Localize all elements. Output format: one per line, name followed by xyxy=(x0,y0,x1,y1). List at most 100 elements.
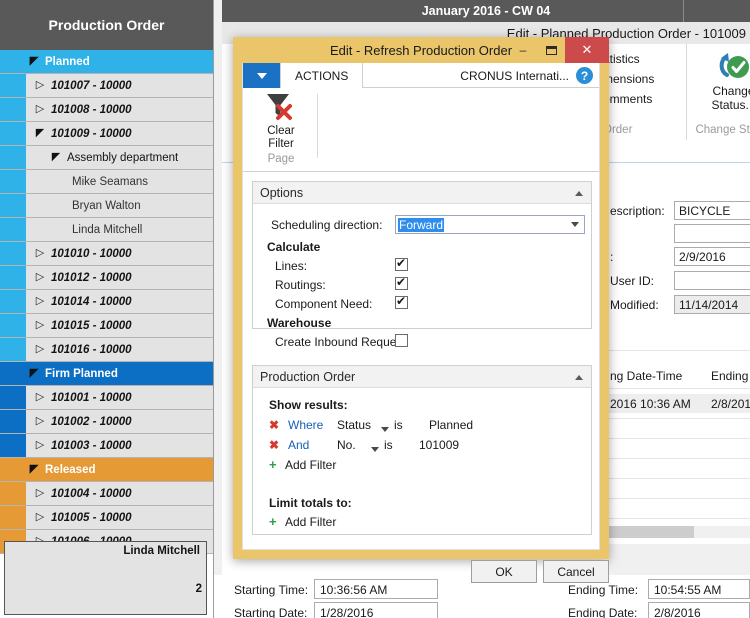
field-value-user-id[interactable] xyxy=(674,271,750,290)
tree-group-firm-planned[interactable]: ◤ Firm Planned xyxy=(0,362,213,386)
triangle-collapsed-icon[interactable]: ▷ xyxy=(34,512,46,523)
tree-item[interactable]: Bryan Walton xyxy=(0,194,213,218)
triangle-collapsed-icon[interactable]: ▷ xyxy=(34,344,46,355)
input-starting-time[interactable]: 10:36:56 AM xyxy=(314,579,438,599)
tree-item-label: 101012 - 10000 xyxy=(51,271,132,284)
tree-item[interactable]: Mike Seamans xyxy=(0,170,213,194)
tree-group-released[interactable]: ◤ Released xyxy=(0,458,213,482)
help-icon[interactable]: ? xyxy=(576,67,593,84)
triangle-collapsed-icon[interactable]: ▷ xyxy=(34,392,46,403)
checkbox-lines[interactable] xyxy=(395,256,408,271)
change-status-button-line2[interactable]: Status... xyxy=(688,98,750,112)
filter-row-1-conjunction[interactable]: Where xyxy=(288,418,323,432)
tree-item[interactable]: ▷ 101003 - 10000 xyxy=(0,434,213,458)
triangle-collapsed-icon[interactable]: ▷ xyxy=(34,248,46,259)
tree-item[interactable]: ▷ 101002 - 10000 xyxy=(0,410,213,434)
tree-item[interactable]: ◤ Assembly department xyxy=(0,146,213,170)
application-menu-button[interactable] xyxy=(243,63,280,88)
options-section-header[interactable]: Options xyxy=(253,182,591,204)
input-ending-date[interactable]: 2/8/2016 xyxy=(648,602,750,618)
tree-group-color-gutter xyxy=(0,458,26,481)
tree-group-label: Firm Planned xyxy=(45,367,118,380)
tree-group-color-gutter xyxy=(0,362,26,385)
chevron-down-icon[interactable] xyxy=(571,222,579,227)
select-scheduling-direction[interactable]: Forward xyxy=(395,215,585,234)
tree-group-label: Released xyxy=(45,463,96,476)
filter-row-2-conjunction[interactable]: And xyxy=(288,438,309,452)
dialog-title-bar[interactable]: Edit - Refresh Production Order – ✕ xyxy=(233,37,609,63)
triangle-expanded-icon[interactable]: ◤ xyxy=(50,152,62,163)
triangle-expanded-icon[interactable]: ◤ xyxy=(28,368,40,379)
filter-row-1-field-caret[interactable] xyxy=(381,422,389,436)
limit-add-filter-link[interactable]: Add Filter xyxy=(285,515,336,529)
ribbon-item-dimensions[interactable]: mensions xyxy=(603,72,654,86)
triangle-collapsed-icon[interactable]: ▷ xyxy=(34,440,46,451)
tree-item[interactable]: ▷ 101015 - 10000 xyxy=(0,314,213,338)
grid-header-starting-date-time[interactable]: ng Date-Time xyxy=(610,369,682,383)
change-status-button-line1[interactable]: Change xyxy=(688,84,750,98)
triangle-collapsed-icon[interactable]: ▷ xyxy=(34,296,46,307)
filter-section-header[interactable]: Production Order xyxy=(253,366,591,388)
tree-item-body: Bryan Walton xyxy=(26,194,213,217)
tree-group-planned[interactable]: ◤ Planned xyxy=(0,50,213,74)
triangle-expanded-icon[interactable]: ◤ xyxy=(34,128,46,139)
filter-row-1-field[interactable]: Status xyxy=(337,418,371,432)
cancel-button[interactable]: Cancel xyxy=(543,560,609,583)
tree-item[interactable]: ▷ 101007 - 10000 xyxy=(0,74,213,98)
tree-item-label: 101014 - 10000 xyxy=(51,295,132,308)
tree-item[interactable]: Linda Mitchell xyxy=(0,218,213,242)
ribbon-item-comments[interactable]: omments xyxy=(603,92,652,106)
triangle-collapsed-icon[interactable]: ▷ xyxy=(34,272,46,283)
tree-item-body: ▷ 101010 - 10000 xyxy=(26,242,213,265)
triangle-collapsed-icon[interactable]: ▷ xyxy=(34,320,46,331)
grid-horizontal-scrollbar-thumb[interactable] xyxy=(608,526,694,538)
options-section: Options Scheduling direction: Forward Ca… xyxy=(252,181,592,349)
field-value-date[interactable]: 2/9/2016 xyxy=(674,247,750,266)
change-status-icon[interactable] xyxy=(716,50,750,85)
tree-item[interactable]: ▷ 101012 - 10000 xyxy=(0,266,213,290)
filter-row-2-field[interactable]: No. xyxy=(337,438,356,452)
maximize-button[interactable] xyxy=(537,37,565,63)
grid-header-ending-date-time[interactable]: Ending Date- xyxy=(711,369,750,383)
add-filter-link[interactable]: Add Filter xyxy=(285,458,336,472)
triangle-collapsed-icon[interactable]: ▷ xyxy=(34,488,46,499)
remove-filter-row-1[interactable]: ✖ xyxy=(269,418,279,432)
tree-item[interactable]: ▷ 101005 - 10000 xyxy=(0,506,213,530)
checkbox-routings[interactable] xyxy=(395,275,408,290)
filter-row-1-value[interactable]: Planned xyxy=(429,418,473,432)
clear-filter-button[interactable]: Clear Filter xyxy=(253,90,309,150)
triangle-collapsed-icon[interactable]: ▷ xyxy=(34,80,46,91)
triangle-expanded-icon[interactable]: ◤ xyxy=(28,464,40,475)
tree-item[interactable]: ▷ 101008 - 10000 xyxy=(0,98,213,122)
tree-item[interactable]: ▷ 101001 - 10000 xyxy=(0,386,213,410)
tree-item-label: 101009 - 10000 xyxy=(51,127,132,140)
input-starting-date[interactable]: 1/28/2016 xyxy=(314,602,438,618)
remove-filter-row-2[interactable]: ✖ xyxy=(269,438,279,452)
limit-add-filter-plus-icon[interactable]: + xyxy=(269,514,277,529)
triangle-collapsed-icon[interactable]: ▷ xyxy=(34,416,46,427)
tree-item-color-gutter xyxy=(0,170,26,193)
checkbox-component-need[interactable] xyxy=(395,294,408,309)
tree-item[interactable]: ▷ 101014 - 10000 xyxy=(0,290,213,314)
field-value-description[interactable]: BICYCLE xyxy=(674,201,750,220)
add-filter-plus-icon[interactable]: + xyxy=(269,457,277,472)
chevron-up-icon[interactable] xyxy=(575,191,583,196)
chevron-up-icon[interactable] xyxy=(575,375,583,380)
ok-button[interactable]: OK xyxy=(471,560,537,583)
tree-item[interactable]: ▷ 101010 - 10000 xyxy=(0,242,213,266)
input-ending-time[interactable]: 10:54:55 AM xyxy=(648,579,750,599)
triangle-collapsed-icon[interactable]: ▷ xyxy=(34,104,46,115)
checkbox-create-inbound-request[interactable] xyxy=(395,334,408,347)
filter-row-2-field-caret[interactable] xyxy=(371,442,379,456)
tree-item[interactable]: ◤ 101009 - 10000 xyxy=(0,122,213,146)
field-value-blank[interactable] xyxy=(674,224,750,243)
body-bottom-panel xyxy=(608,544,750,578)
tab-actions[interactable]: ACTIONS xyxy=(280,63,364,88)
filter-section-title: Production Order xyxy=(260,369,356,384)
tree-item[interactable]: ▷ 101004 - 10000 xyxy=(0,482,213,506)
filter-row-2-value[interactable]: 101009 xyxy=(419,438,459,452)
tree-item[interactable]: ▷ 101016 - 10000 xyxy=(0,338,213,362)
minimize-button[interactable]: – xyxy=(509,37,537,63)
triangle-expanded-icon[interactable]: ◤ xyxy=(28,56,40,67)
close-button[interactable]: ✕ xyxy=(565,37,609,63)
